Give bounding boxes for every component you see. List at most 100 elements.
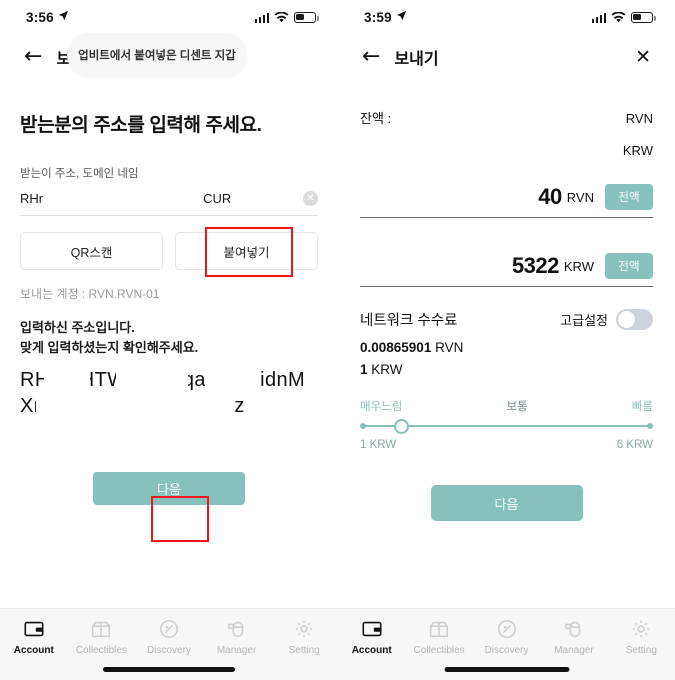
redaction-overlay	[205, 368, 257, 395]
tab-collectibles[interactable]: Collectibles	[68, 618, 136, 656]
amount-fiat-value[interactable]: 5322	[512, 253, 559, 279]
address-input-suffix: CUR	[203, 191, 232, 206]
fee-fiat-line: 1 KRW	[360, 359, 653, 381]
tab-setting[interactable]: Setting	[270, 618, 338, 656]
slider-endpoint-right	[647, 423, 653, 430]
amount-fiat-input-row[interactable]: 5322 KRW 전액	[360, 253, 653, 287]
status-bar-right: 3:59	[338, 0, 675, 34]
left-content: 받는분의 주소를 입력해 주세요. 받는이 주소, 도메인 네임 RHr CUR…	[0, 110, 338, 543]
location-arrow-icon	[396, 10, 407, 24]
status-time-group: 3:59	[364, 10, 407, 25]
tab-account[interactable]: Account	[0, 618, 68, 656]
max-amount-fiat-button[interactable]: 전액	[605, 253, 653, 279]
tab-label: Setting	[625, 645, 657, 656]
fee-value-max: 6 KRW	[616, 439, 653, 452]
tab-discovery[interactable]: Discovery	[135, 618, 203, 656]
tab-setting[interactable]: Setting	[608, 618, 675, 656]
fee-speed-slider[interactable]	[360, 419, 653, 435]
mouse-icon	[226, 618, 248, 640]
battery-icon	[294, 11, 319, 23]
phone-screen-right: 3:59 ← 보내기 ✕ 잔액: RVN KRW 40 RVN 전액 5322…	[338, 0, 675, 680]
slider-endpoint-left	[360, 423, 366, 430]
balance-row-coin: 잔액 : RVN	[338, 108, 675, 127]
status-time-group: 3:56	[26, 10, 69, 25]
next-button-wrap: 다음	[20, 472, 318, 543]
advanced-settings-label: 고급설정	[560, 313, 608, 328]
advanced-settings-toggle[interactable]	[616, 309, 653, 330]
fee-speed-labels: 매우느림 보통 빠름	[360, 398, 653, 414]
advanced-settings-group: 고급설정	[560, 309, 653, 330]
amount-fiat-unit: KRW	[563, 258, 594, 274]
next-button[interactable]: 다음	[430, 485, 583, 522]
next-button-wrap-right: 다음	[338, 485, 675, 522]
compass-icon	[496, 618, 518, 640]
fee-fiat-value: 1	[360, 361, 368, 377]
clear-circle-icon[interactable]: ✕	[303, 191, 318, 206]
max-amount-coin-button[interactable]: 전액	[605, 184, 653, 210]
tab-account[interactable]: Account	[338, 618, 405, 656]
network-fee-values: 0.00865901 RVN 1 KRW	[360, 337, 653, 380]
slider-knob[interactable]	[394, 419, 409, 435]
paste-source-toast: 업비트에서 붙여넣은 디센트 지갑	[67, 33, 247, 77]
back-arrow-icon[interactable]: ←	[362, 46, 380, 68]
next-button[interactable]: 다음	[93, 472, 245, 506]
tab-collectibles[interactable]: Collectibles	[405, 618, 472, 656]
fee-speed-fast-label: 빠름	[631, 401, 653, 414]
wifi-icon	[274, 11, 289, 23]
address-action-buttons: QR스캔 붙여넣기	[20, 227, 318, 277]
fee-fiat-unit: KRW	[371, 361, 403, 377]
home-indicator	[103, 667, 235, 672]
battery-icon	[631, 11, 656, 23]
tab-label: Collectibles	[75, 645, 127, 656]
gear-icon	[630, 618, 652, 640]
amount-coin-value[interactable]: 40	[538, 184, 562, 210]
status-time: 3:59	[364, 9, 392, 25]
tab-discovery[interactable]: Discovery	[473, 618, 540, 656]
balance-row-fiat: KRW	[338, 143, 675, 158]
fee-coin-unit: RVN	[435, 340, 464, 355]
back-arrow-icon[interactable]: ←	[24, 46, 42, 68]
tab-label: Collectibles	[413, 645, 465, 656]
sending-account-line: 보내는 계정 : RVN.RVN-01	[20, 287, 160, 301]
mouse-icon	[563, 618, 585, 640]
nav-bar-right: ← 보내기 ✕	[338, 34, 675, 80]
fee-speed-slow-label: 매우느림	[360, 401, 403, 414]
tab-manager[interactable]: Manager	[540, 618, 607, 656]
redaction-overlay	[52, 418, 282, 443]
heading-enter-address: 받는분의 주소를 입력해 주세요.	[20, 115, 262, 136]
address-input-row[interactable]: RHr CUR ✕	[20, 191, 318, 216]
qr-scan-button[interactable]: QR스캔	[20, 232, 163, 270]
cellular-bars-icon	[591, 12, 606, 23]
tab-label: Discovery	[484, 645, 529, 656]
network-fee-header: 네트워크 수수료 고급설정	[360, 309, 653, 330]
redaction-overlay	[116, 368, 188, 395]
status-time: 3:56	[26, 9, 54, 25]
tab-label: Manager	[216, 645, 257, 656]
redaction-overlay	[44, 368, 90, 395]
confirm-line-2: 맞게 입력하셨는지 확인해주세요.	[20, 340, 199, 356]
tab-label: Account	[13, 645, 54, 656]
home-indicator	[444, 667, 569, 672]
status-icons-left	[254, 11, 319, 23]
dual-phone-screenshot: 3:56 ← 보내기	[0, 0, 675, 680]
confirm-line-1: 입력하신 주소입니다.	[20, 320, 135, 335]
wallet-icon	[23, 618, 45, 640]
page-title: 보내기	[394, 51, 439, 68]
wifi-icon	[611, 11, 626, 23]
tab-manager[interactable]: Manager	[203, 618, 271, 656]
amount-coin-input-row[interactable]: 40 RVN 전액	[360, 184, 653, 218]
status-bar-left: 3:56	[0, 0, 338, 34]
paste-button[interactable]: 붙여넣기	[175, 232, 318, 270]
address-confirm-text: 입력하신 주소입니다. 맞게 입력하셨는지 확인해주세요.	[20, 318, 318, 358]
redaction-overlay	[36, 393, 234, 420]
cellular-bars-icon	[254, 12, 269, 23]
fee-speed-normal-label: 보통	[506, 401, 528, 414]
amount-coin-unit: RVN	[566, 189, 594, 205]
fee-coin-line: 0.00865901 RVN	[360, 337, 653, 359]
tab-label: Account	[351, 645, 392, 656]
gift-box-icon	[90, 618, 112, 640]
balance-label: 잔액 :	[360, 111, 392, 126]
address-input-value[interactable]: RHr	[20, 191, 43, 206]
gear-icon	[293, 618, 315, 640]
close-icon[interactable]: ✕	[635, 47, 651, 67]
